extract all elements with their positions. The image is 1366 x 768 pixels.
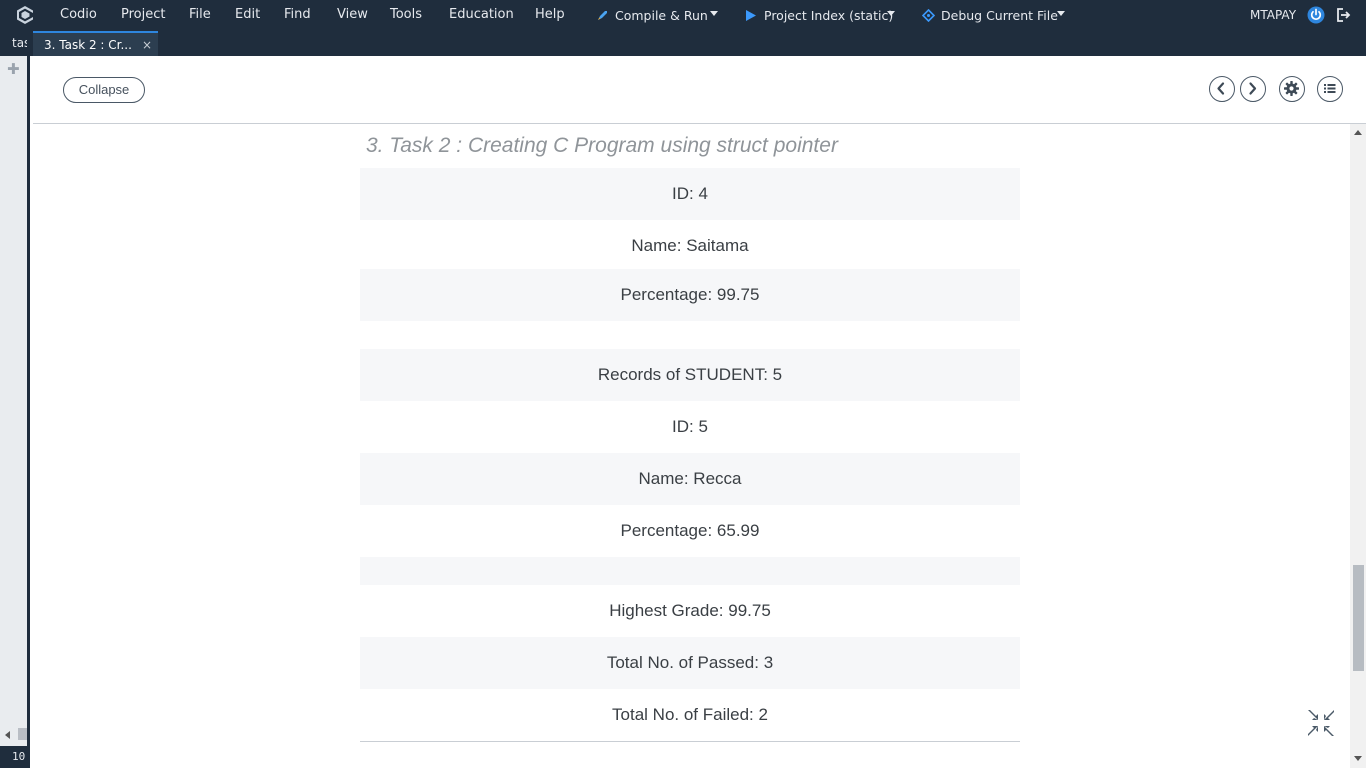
output-row: ID: 5 [672,417,708,436]
scroll-down-icon[interactable] [1354,756,1362,761]
menu-file[interactable]: File [189,7,211,23]
debug-dropdown-icon[interactable] [1057,11,1065,16]
logout-icon[interactable] [1335,7,1351,23]
play-icon [746,10,756,21]
output-row: ID: 4 [360,168,1020,220]
settings-button[interactable] [1279,76,1305,102]
debug-icon [922,9,935,22]
page-title: 3. Task 2 : Creating C Program using str… [366,134,838,157]
rocket-icon [598,11,607,20]
output-row: Highest Grade: 99.75 [609,601,771,620]
username[interactable]: MTAPAY [1250,8,1296,22]
guide-toolbar: Collapse [33,56,1366,124]
compile-run-label: Compile & Run [615,8,708,23]
menu-find[interactable]: Find [284,7,311,23]
left-editor-strip: tas ✚ 10 [0,30,30,768]
menu-project[interactable]: Project [121,7,165,23]
output-row: Total No. of Failed: 2 [612,705,768,724]
list-icon [1324,84,1336,93]
line-indicator: 10 [0,746,27,768]
output-row: Percentage: 99.75 [360,269,1020,321]
close-icon[interactable]: × [142,33,152,58]
output-row: Percentage: 65.99 [620,521,760,540]
compile-run-dropdown-icon[interactable] [710,11,718,16]
file-tab-stub[interactable]: tas [0,30,27,56]
output-row: Total No. of Passed: 3 [360,637,1020,689]
gear-icon [1284,81,1299,96]
scroll-left-icon[interactable] [5,731,10,739]
table-of-contents-button[interactable] [1317,76,1343,102]
project-index-label: Project Index (static) [764,8,894,23]
output-row-blank [360,321,1020,349]
table-bottom-divider [360,741,1020,742]
output-row: Name: Saitama [631,236,749,255]
menu-education[interactable]: Education [449,7,514,23]
menu-bar: Codio Project File Edit Find View Tools … [0,0,1366,30]
add-icon[interactable]: ✚ [7,62,20,77]
vertical-scrollbar[interactable] [1350,124,1366,768]
output-row: Records of STUDENT: 5 [360,349,1020,401]
project-index-dropdown-icon[interactable] [887,11,895,16]
tab-guide-task2[interactable]: 3. Task 2 : Cr... × [33,31,158,56]
output-row: Name: Recca [360,453,1020,505]
horizontal-scrollbar-thumb[interactable] [18,728,27,740]
vertical-scrollbar-thumb[interactable] [1353,565,1364,671]
scroll-up-icon[interactable] [1354,130,1362,135]
debug-label: Debug Current File [941,8,1058,23]
previous-button[interactable] [1209,76,1235,102]
menu-help[interactable]: Help [535,7,565,23]
chevron-right-icon [1249,82,1257,95]
menu-tools[interactable]: Tools [390,7,422,23]
power-icon[interactable] [1307,6,1325,24]
tab-label: 3. Task 2 : Cr... [44,38,132,52]
menu-edit[interactable]: Edit [235,7,260,23]
codio-logo-icon[interactable] [14,4,36,26]
guide-content: 3. Task 2 : Creating C Program using str… [33,124,1350,768]
guide-panel: Collapse 3. Task 2: Creating C Program … [33,56,1366,768]
fullscreen-exit-icon[interactable] [1305,707,1337,739]
next-button[interactable] [1240,76,1266,102]
collapse-button[interactable]: Collapse [63,77,145,103]
chevron-left-icon [1217,82,1225,95]
menu-view[interactable]: View [337,7,368,23]
output-row-blank [360,557,1020,585]
menu-codio[interactable]: Codio [60,7,97,23]
tab-bar: 3. Task 2 : Cr... × [30,30,1366,56]
